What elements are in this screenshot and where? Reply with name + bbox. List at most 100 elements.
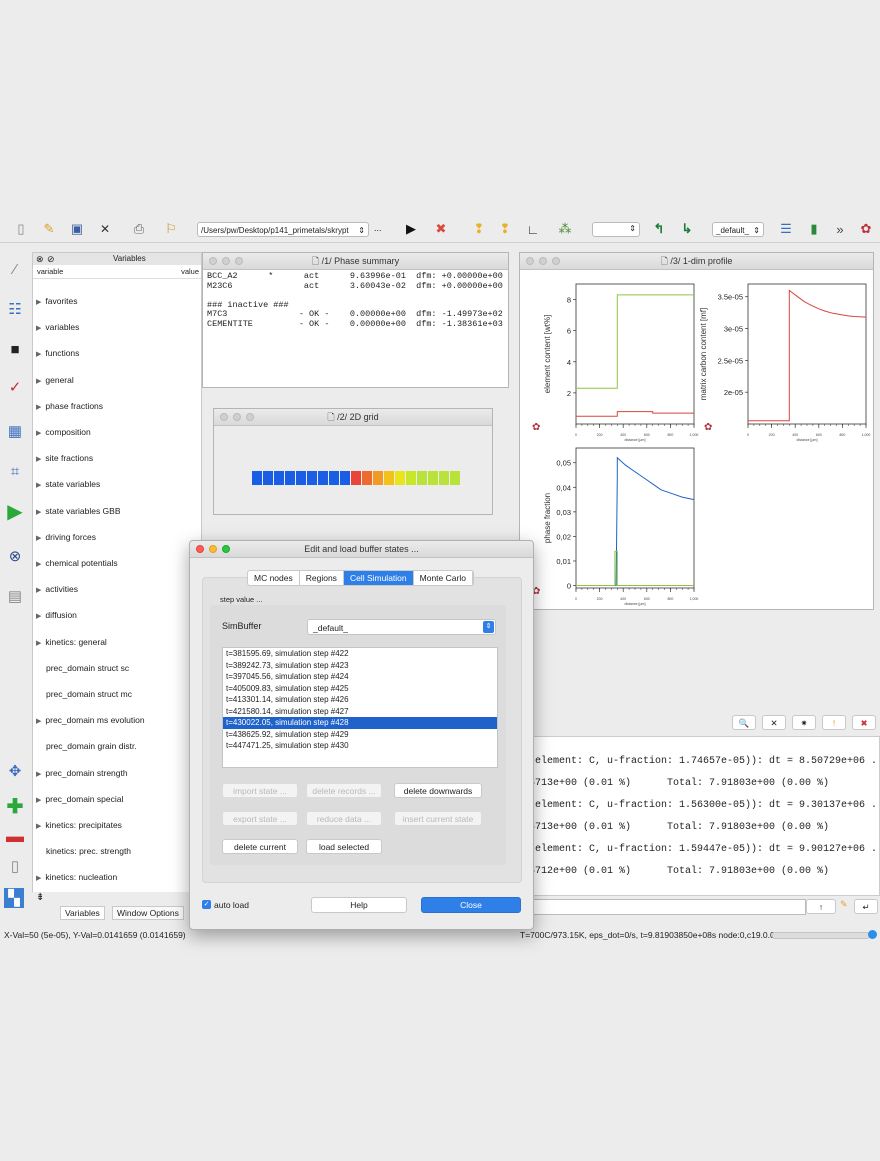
variables-tree-item[interactable]: ▶ general <box>36 367 74 393</box>
restore-circle-icon[interactable]: ⊘ <box>47 253 55 265</box>
dialog-tab[interactable]: Monte Carlo <box>414 571 473 585</box>
cancel-circle-icon[interactable]: ⊗ <box>4 545 26 567</box>
progress-knob[interactable] <box>868 930 877 939</box>
variables-tree-item[interactable]: ▶ driving forces <box>36 524 96 550</box>
column-value[interactable]: value <box>181 266 199 278</box>
save-icon[interactable]: ▣ <box>68 220 86 238</box>
expand-triangle-icon[interactable]: ▶ <box>36 718 41 725</box>
bulb-run-icon[interactable]: ❢ <box>496 220 514 238</box>
auto-load-checkbox[interactable]: ✓ <box>202 900 211 909</box>
book-stack-icon[interactable]: ▮ <box>805 220 823 238</box>
profile-plots[interactable]: 8 6 4 2 0 200 400 600 800 1,000 distance [µm] eleme… <box>520 270 873 610</box>
variables-tree-item[interactable]: ▶ state variables <box>36 471 100 497</box>
expand-triangle-icon[interactable]: ▶ <box>36 299 41 306</box>
bulb-icon[interactable]: ❢ <box>470 220 488 238</box>
play-triangle-icon[interactable]: ▶ <box>4 500 26 523</box>
expand-triangle-icon[interactable]: ▶ <box>36 640 41 647</box>
variables-tree-item[interactable]: ▶ favorites <box>36 288 78 314</box>
console-icon[interactable]: ■ <box>4 338 26 360</box>
delete-current-button[interactable]: delete current <box>222 839 298 854</box>
grid-cell[interactable] <box>362 471 372 485</box>
arrow-forward-icon[interactable]: ↳ <box>678 220 696 238</box>
checklist-icon[interactable]: ✓ <box>4 376 26 398</box>
particles-icon[interactable]: ⁂ <box>556 220 574 238</box>
window-controls[interactable] <box>209 257 243 265</box>
load-selected-button[interactable]: load selected <box>306 839 382 854</box>
history-up-button[interactable]: ↑ <box>806 899 836 914</box>
buffer-list[interactable]: t=381595.69, simulation step #422 t=38924… <box>222 647 498 768</box>
play-icon[interactable]: ▶ <box>402 220 420 238</box>
grid-cell[interactable] <box>307 471 317 485</box>
workspace-select[interactable]: _default_ ⇕ <box>712 222 764 237</box>
variables-tree-item[interactable]: ▶ prec_domain strength <box>36 760 128 786</box>
variables-tree-item[interactable]: ▶ variables <box>36 314 79 340</box>
expand-button[interactable]: ✕ <box>762 715 786 730</box>
variables-tree-item[interactable]: prec_domain struct sc <box>46 655 129 681</box>
column-variable[interactable]: variable <box>37 266 63 278</box>
grid-cell[interactable] <box>384 471 394 485</box>
grid-cell[interactable] <box>373 471 383 485</box>
grid-cell[interactable] <box>318 471 328 485</box>
expand-triangle-icon[interactable]: ▶ <box>36 482 41 489</box>
magic-wand-icon[interactable]: ⁄ <box>4 258 26 280</box>
new-file-icon[interactable]: ▯ <box>12 220 30 238</box>
arrow-back-icon[interactable]: ↰ <box>650 220 668 238</box>
delete-records-button[interactable]: delete records ... <box>306 783 382 798</box>
settings-button[interactable]: ✷ <box>792 715 816 730</box>
tab-variables[interactable]: Variables <box>60 906 105 920</box>
buffer-list-item[interactable]: t=389242.73, simulation step #423 <box>223 660 497 672</box>
dialog-tab[interactable]: MC nodes <box>248 571 300 585</box>
expand-triangle-icon[interactable]: ▶ <box>36 325 41 332</box>
dialog-tab[interactable]: Cell Simulation <box>343 571 414 585</box>
grid-icon[interactable]: ⌗ <box>4 460 26 482</box>
expand-triangle-icon[interactable]: ▶ <box>36 613 41 620</box>
expand-triangle-icon[interactable]: ▶ <box>36 378 41 385</box>
expand-triangle-icon[interactable]: ▶ <box>36 351 41 358</box>
expand-triangle-icon[interactable]: ▶ <box>36 875 41 882</box>
variables-tree-item[interactable]: ▶ chemical potentials <box>36 550 118 576</box>
command-input[interactable] <box>520 899 806 915</box>
expand-triangle-icon[interactable]: ▶ <box>36 771 41 778</box>
path-select[interactable]: /Users/pw/Desktop/p141_primetals/skrypt … <box>197 222 369 237</box>
variables-tree-item[interactable]: ▶ activities <box>36 576 78 602</box>
grid-cell[interactable] <box>329 471 339 485</box>
grid-cell[interactable] <box>252 471 262 485</box>
buffer-list-item[interactable]: t=397045.56, simulation step #424 <box>223 671 497 683</box>
grid-cell[interactable] <box>263 471 273 485</box>
open-folder-icon[interactable]: ✎ <box>40 220 58 238</box>
browse-button[interactable]: ... <box>374 223 382 233</box>
grid-cell[interactable] <box>406 471 416 485</box>
buffer-list-item[interactable]: t=381595.69, simulation step #422 <box>223 648 497 660</box>
stop-x-icon[interactable]: ✖ <box>432 220 450 238</box>
expand-triangle-icon[interactable]: ▶ <box>36 561 41 568</box>
enter-button[interactable]: ↵ <box>854 899 878 914</box>
variables-tree-item[interactable]: ▶ kinetics: general <box>36 629 107 655</box>
more-chevron-icon[interactable]: » <box>831 220 849 238</box>
grid-cell[interactable] <box>395 471 405 485</box>
grid-cell[interactable] <box>428 471 438 485</box>
buffer-list-item[interactable]: t=447471.25, simulation step #430 <box>223 740 497 752</box>
variables-tree-item[interactable]: ▶ phase fractions <box>36 393 103 419</box>
buffer-list-item[interactable]: t=405009.83, simulation step #425 <box>223 683 497 695</box>
variables-tree-item[interactable]: ▶ prec_domain ms evolution <box>36 707 145 733</box>
reduce-data-button[interactable]: reduce data ... <box>306 811 382 826</box>
import-state-button[interactable]: import state ... <box>222 783 298 798</box>
add-plus-icon[interactable]: ✚ <box>4 795 26 818</box>
tab-window-options[interactable]: Window Options <box>112 906 184 920</box>
variables-tree-item[interactable]: ▶ prec_domain special <box>36 786 123 812</box>
document-icon[interactable]: ▯ <box>4 855 26 877</box>
expand-triangle-icon[interactable]: ▶ <box>36 456 41 463</box>
expand-triangle-icon[interactable]: ▶ <box>36 587 41 594</box>
buffer-list-item[interactable]: t=438625.92, simulation step #429 <box>223 729 497 741</box>
buffer-list-item[interactable]: t=413301.14, simulation step #426 <box>223 694 497 706</box>
variables-tree-item[interactable]: kinetics: prec. strength <box>46 838 131 864</box>
variables-tree-item[interactable]: ▶ site fractions <box>36 445 93 471</box>
grid-cell[interactable] <box>296 471 306 485</box>
search-button[interactable]: 🔍 <box>732 715 756 730</box>
window-controls[interactable] <box>196 545 230 553</box>
variables-tree-item[interactable]: ▶ kinetics: nucleation <box>36 864 117 890</box>
calculator-icon[interactable]: ▤ <box>4 585 26 607</box>
grid-cell[interactable] <box>274 471 284 485</box>
help-button[interactable]: Help <box>311 897 407 913</box>
expand-triangle-icon[interactable]: ▶ <box>36 797 41 804</box>
